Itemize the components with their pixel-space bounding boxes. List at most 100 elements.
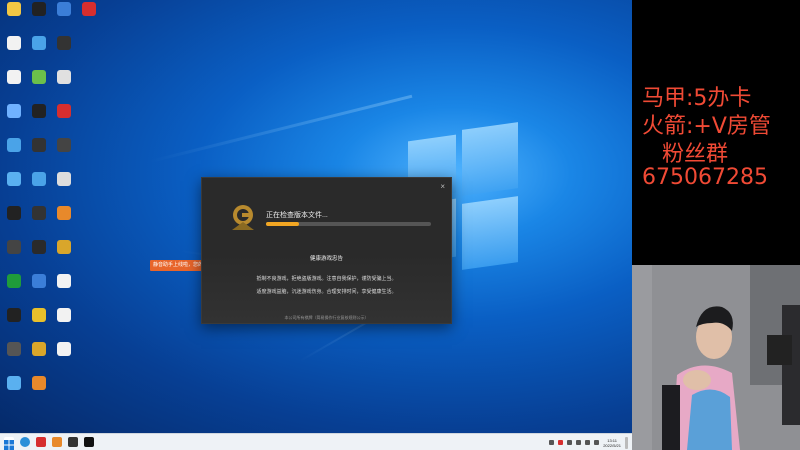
game-logo-icon	[232, 205, 254, 230]
shortcut-label	[26, 86, 52, 96]
desktop-shortcut[interactable]	[52, 274, 76, 306]
desktop-shortcut[interactable]	[27, 308, 51, 340]
app-icon	[32, 342, 46, 356]
desktop-shortcut[interactable]	[52, 172, 76, 204]
desktop-shortcut[interactable]	[52, 308, 76, 340]
app-icon	[57, 206, 71, 220]
shortcut-label	[26, 256, 52, 266]
desktop-shortcut[interactable]	[27, 240, 51, 272]
health-advisory-line: 适度游戏益脑，沉迷游戏伤身。合理安排时间，享受健康生活。	[256, 289, 397, 295]
desktop-shortcut[interactable]	[52, 70, 76, 102]
fan-group-number: 675067285	[642, 165, 768, 190]
shortcut-label	[26, 324, 52, 334]
app-icon	[57, 308, 71, 322]
desktop-shortcut[interactable]	[2, 376, 26, 408]
dark-app-icon[interactable]	[68, 437, 78, 447]
desktop-shortcut[interactable]	[27, 104, 51, 136]
health-advisory-line: 抵制不良游戏，拒绝盗版游戏。注意自我保护，谨防受骗上当。	[256, 276, 397, 282]
health-advisory-title: 健康游戏忠告	[309, 256, 343, 262]
shortcut-label	[1, 18, 27, 28]
desktop-shortcut[interactable]	[52, 342, 76, 374]
desktop-shortcut[interactable]	[52, 240, 76, 272]
app-icon	[32, 36, 46, 50]
shortcut-label	[51, 188, 77, 198]
app-icon	[32, 274, 46, 288]
desktop-shortcut[interactable]	[52, 138, 76, 170]
desktop-shortcut[interactable]	[27, 274, 51, 306]
desktop-shortcut[interactable]	[27, 70, 51, 102]
desktop-shortcut[interactable]	[2, 206, 26, 238]
red-app-icon[interactable]	[36, 437, 46, 447]
clock-date: 2022/5/21	[603, 442, 621, 448]
desktop-shortcut[interactable]	[2, 2, 26, 34]
volume-icon[interactable]	[585, 440, 591, 445]
desktop-shortcut[interactable]	[52, 206, 76, 238]
app-icon	[57, 2, 71, 16]
app-icon	[7, 206, 21, 220]
app-icon	[32, 206, 46, 220]
desktop-shortcut[interactable]	[52, 2, 76, 34]
shortcut-label	[1, 120, 27, 130]
tray-app-icon[interactable]	[558, 440, 564, 445]
desktop-shortcut[interactable]	[2, 138, 26, 170]
desktop-shortcut[interactable]	[2, 308, 26, 340]
app-icon	[32, 138, 46, 152]
desktop-shortcut[interactable]	[52, 104, 76, 136]
shortcut-label	[51, 86, 77, 96]
desktop-shortcut[interactable]	[2, 172, 26, 204]
edge-icon[interactable]	[20, 437, 30, 447]
notification-icon[interactable]	[625, 436, 628, 449]
app-icon	[57, 240, 71, 254]
shortcut-label	[1, 154, 27, 164]
shortcut-label	[26, 188, 52, 198]
shortcut-label	[26, 222, 52, 232]
desktop-shortcut[interactable]	[27, 138, 51, 170]
shortcut-label	[1, 256, 27, 266]
start-icon[interactable]	[4, 437, 14, 450]
desktop-shortcut[interactable]	[2, 342, 26, 374]
app-icon	[7, 308, 21, 322]
desktop-shortcut[interactable]	[27, 172, 51, 204]
light-beam	[149, 94, 413, 163]
shortcut-label	[26, 154, 52, 164]
desktop-shortcut[interactable]	[27, 2, 51, 34]
orange-app-icon[interactable]	[52, 437, 62, 447]
approval-notice: 本公司所有棋牌（简易操作行业复核规则公示）	[284, 315, 369, 320]
desktop-shortcut[interactable]	[27, 342, 51, 374]
network-icon[interactable]	[576, 440, 582, 445]
close-icon[interactable]: ×	[440, 182, 445, 191]
desktop-shortcut[interactable]	[2, 274, 26, 306]
desktop-shortcut[interactable]	[77, 2, 101, 34]
desktop-shortcut[interactable]	[27, 36, 51, 68]
desktop-shortcut[interactable]	[52, 36, 76, 68]
webcam-feed	[632, 265, 800, 450]
app-icon	[32, 2, 46, 16]
desktop-shortcut[interactable]	[27, 206, 51, 238]
shortcut-label	[26, 290, 52, 300]
notice-tag[interactable]: 静音助手上线啦，您的	[150, 260, 202, 271]
progress-fill	[266, 222, 299, 226]
app-icon	[57, 274, 71, 288]
desktop-shortcut[interactable]	[2, 240, 26, 272]
desktop-shortcut[interactable]	[27, 376, 51, 408]
app-icon	[57, 70, 71, 84]
shortcut-label	[51, 154, 77, 164]
stream-overlay: 马甲:5办卡 火箭:+V房管 粉丝群 675067285	[632, 0, 800, 265]
overlay-line: 粉丝群	[662, 142, 729, 167]
app-icon	[32, 240, 46, 254]
taskbar-clock[interactable]: 13:11 2022/5/21	[603, 438, 621, 448]
game-launcher-dialog[interactable]: × 正在检查版本文件... 健康游戏忠告 抵制不良游戏，拒绝盗版游戏。注意自我保…	[201, 177, 452, 324]
shortcut-label	[1, 358, 27, 368]
chevron-up-icon[interactable]	[549, 440, 555, 445]
black-app-icon[interactable]	[84, 437, 94, 447]
system-tray: 13:11 2022/5/21	[549, 435, 628, 450]
app-icon	[32, 376, 46, 390]
desktop-shortcut[interactable]	[2, 70, 26, 102]
desktop-shortcut[interactable]	[2, 36, 26, 68]
shortcut-label	[26, 52, 52, 62]
shortcut-label	[51, 18, 77, 28]
taskbar: 13:11 2022/5/21	[0, 433, 632, 450]
desktop-shortcut[interactable]	[2, 104, 26, 136]
ime-icon[interactable]	[594, 440, 600, 445]
tray-app-icon[interactable]	[567, 440, 573, 445]
